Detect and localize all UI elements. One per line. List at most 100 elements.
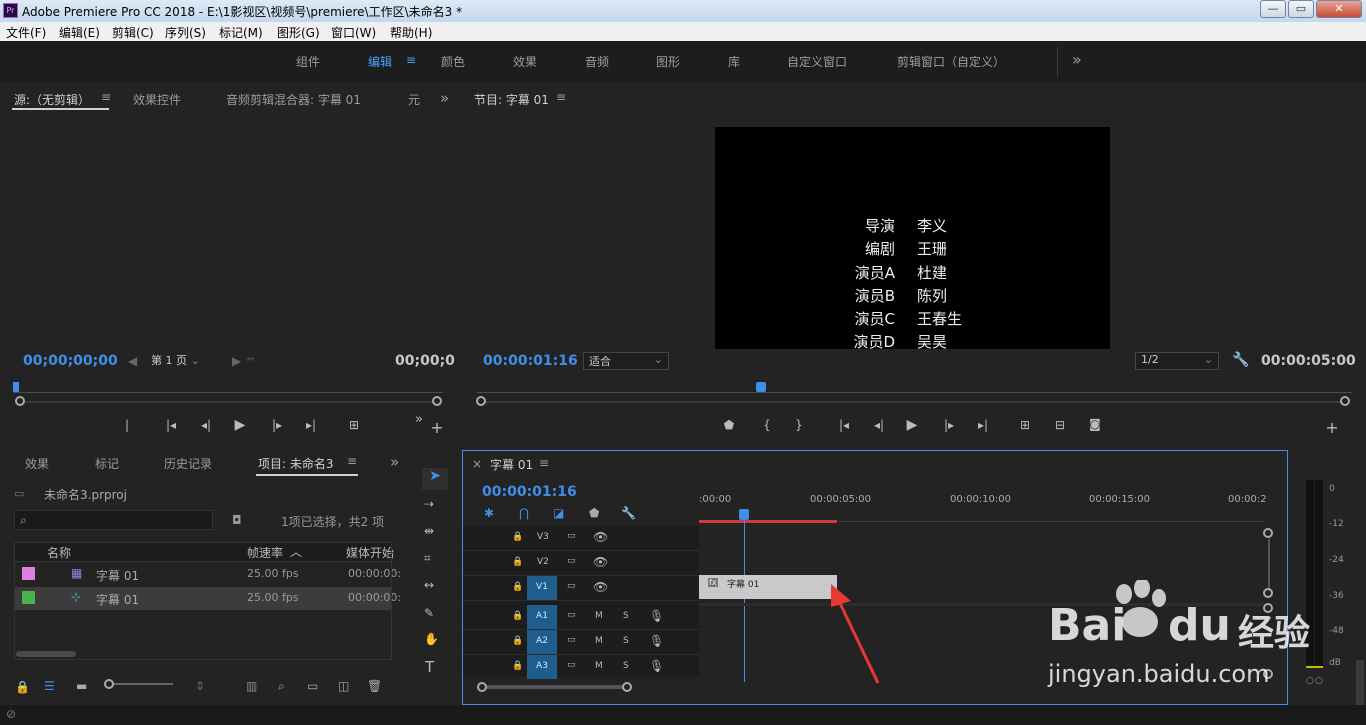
program-playhead[interactable] (756, 382, 766, 392)
program-zoom-handle-right[interactable] (1340, 396, 1350, 406)
label-color-swatch[interactable] (22, 567, 35, 580)
find-icon[interactable]: ⌕ (278, 679, 285, 694)
mute-button[interactable]: M (595, 661, 603, 671)
add-marker-icon[interactable]: ⬟ (720, 418, 738, 432)
lock-icon[interactable]: 🔒 (512, 661, 523, 671)
program-timecode[interactable]: 00:00:01:16 (483, 353, 578, 369)
track-target-a3[interactable]: A3 (527, 655, 557, 679)
go-to-in-icon[interactable]: |◂ (835, 418, 853, 432)
step-forward-icon[interactable]: |▸ (940, 418, 958, 432)
workspace-color[interactable]: 颜色 (441, 53, 465, 70)
panel-menu-icon[interactable]: ≡ (347, 454, 357, 468)
tab-audio-clip-mixer[interactable]: 音频剪辑混合器: 字幕 01 (226, 91, 361, 108)
workspace-audio[interactable]: 音频 (585, 53, 609, 70)
close-window-button[interactable]: ✕ (1316, 0, 1362, 18)
tab-text[interactable]: 元 (408, 91, 420, 108)
workspace-custom[interactable]: 自定义窗口 (787, 53, 847, 70)
audio-zoom-handle-bottom[interactable] (1263, 669, 1273, 679)
lock-icon[interactable]: 🔒 (15, 680, 30, 694)
source-playhead[interactable] (13, 382, 19, 392)
nest-icon[interactable]: ✱ (484, 506, 494, 520)
new-search-bin-icon[interactable]: ◘ (232, 513, 242, 527)
play-icon[interactable]: ▶ (903, 417, 921, 433)
new-bin-icon[interactable]: ▭ (307, 679, 318, 693)
sync-lock-icon[interactable]: ▭ (567, 660, 576, 670)
ripple-edit-tool-icon[interactable]: ⇹ (424, 524, 434, 538)
panel-menu-icon[interactable]: ≡ (101, 90, 111, 104)
play-icon[interactable]: ▶ (231, 417, 249, 433)
insert-icon[interactable]: ⊞ (343, 418, 365, 432)
work-area-bar[interactable] (699, 520, 837, 523)
mute-button[interactable]: M (595, 611, 603, 621)
solo-button[interactable]: S (623, 636, 629, 646)
tab-markers[interactable]: 标记 (95, 455, 119, 472)
razor-tool-icon[interactable]: ⌗ (424, 551, 431, 566)
search-input[interactable]: ⌕ (14, 510, 213, 530)
add-button-icon[interactable]: + (428, 418, 446, 437)
panel-menu-icon[interactable]: ≡ (539, 456, 549, 470)
add-button-icon[interactable]: + (1323, 418, 1341, 437)
fit-icon[interactable]: ⇿ (246, 354, 254, 365)
list-view-icon[interactable]: ☰ (44, 679, 55, 693)
resolution-dropdown[interactable]: 1/2 ⌄ (1135, 352, 1219, 370)
prev-page-icon[interactable]: ◀ (128, 354, 137, 368)
minimize-button[interactable]: — (1260, 0, 1286, 18)
tab-source[interactable]: 源:（无剪辑） (14, 91, 90, 108)
lock-icon[interactable]: 🔒 (512, 636, 523, 646)
title-clip[interactable]: fx 字幕 01 (699, 575, 837, 599)
tab-effects[interactable]: 效果 (25, 455, 49, 472)
timeline-title[interactable]: 字幕 01 (490, 456, 533, 473)
more-controls-icon[interactable]: » (410, 412, 428, 427)
sync-lock-icon[interactable]: ▭ (567, 556, 576, 566)
source-zoom-handle-left[interactable] (15, 396, 25, 406)
automate-icon[interactable]: ▥ (246, 679, 257, 693)
type-tool-icon[interactable]: T (425, 658, 434, 676)
extract-icon[interactable]: ⊟ (1049, 418, 1071, 432)
microphone-icon[interactable]: 🎙 (649, 659, 664, 673)
workspace-assembly[interactable]: 组件 (296, 53, 320, 70)
maximize-button[interactable]: ▭ (1288, 0, 1314, 18)
tab-effect-controls[interactable]: 效果控件 (133, 91, 181, 108)
sync-lock-icon[interactable]: ▭ (567, 610, 576, 620)
track-label[interactable]: V3 (537, 532, 549, 542)
audio-zoom-handle-top[interactable] (1263, 603, 1273, 613)
program-title[interactable]: 节目: 字幕 01 (474, 91, 549, 108)
program-zoom-handle-left[interactable] (476, 396, 486, 406)
timeline-timecode[interactable]: 00:00:01:16 (482, 484, 577, 500)
menu-graphics[interactable]: 图形(G) (277, 24, 320, 41)
menu-marker[interactable]: 标记(M) (219, 24, 263, 41)
workspace-custom-edit[interactable]: 剪辑窗口（自定义） (897, 53, 1005, 70)
mark-out-icon[interactable]: } (790, 418, 808, 432)
selection-tool-icon[interactable]: ➤ (422, 468, 448, 490)
go-to-out-icon[interactable]: ▸| (974, 418, 992, 432)
snap-icon[interactable]: ⋂ (519, 506, 529, 520)
horizontal-scrollbar[interactable] (481, 685, 631, 689)
list-item[interactable]: ▦ 字幕 01 25.00 fps 00:00:00: (14, 563, 401, 586)
mark-in-icon[interactable]: | (118, 418, 136, 432)
vertical-scrollbar[interactable] (1268, 539, 1270, 589)
menu-help[interactable]: 帮助(H) (390, 24, 432, 41)
sort-icon[interactable]: ⇕ (195, 679, 205, 693)
meter-scrollbar[interactable] (1356, 660, 1364, 705)
go-to-in-icon[interactable]: |◂ (162, 418, 180, 432)
solo-button[interactable]: S (623, 661, 629, 671)
list-item[interactable]: ⊹ 字幕 01 25.00 fps 00:00:00: (14, 587, 401, 610)
icon-view-icon[interactable]: ▬ (76, 679, 87, 693)
tab-project[interactable]: 项目: 未命名3 (258, 455, 334, 472)
track-target-a1[interactable]: A1 (527, 605, 557, 629)
vertical-zoom-handle-top[interactable] (1263, 528, 1273, 538)
panel-more-button[interactable]: » (440, 89, 449, 107)
workspace-effects[interactable]: 效果 (513, 53, 537, 70)
hscroll-handle-right[interactable] (622, 682, 632, 692)
vertical-zoom-handle-mid[interactable] (1263, 588, 1273, 598)
step-back-icon[interactable]: ◂| (197, 418, 215, 432)
wrench-icon[interactable]: 🔧 (1232, 352, 1249, 368)
settings-wrench-icon[interactable]: 🔧 (621, 506, 636, 520)
eye-icon[interactable]: 👁 (593, 530, 608, 544)
track-label[interactable]: V2 (537, 557, 549, 567)
new-item-icon[interactable]: ◫ (338, 679, 349, 693)
step-forward-icon[interactable]: |▸ (268, 418, 286, 432)
workspace-editing[interactable]: 编辑 (368, 53, 392, 70)
lock-icon[interactable]: 🔒 (512, 532, 523, 542)
sync-lock-icon[interactable]: ▭ (567, 531, 576, 541)
